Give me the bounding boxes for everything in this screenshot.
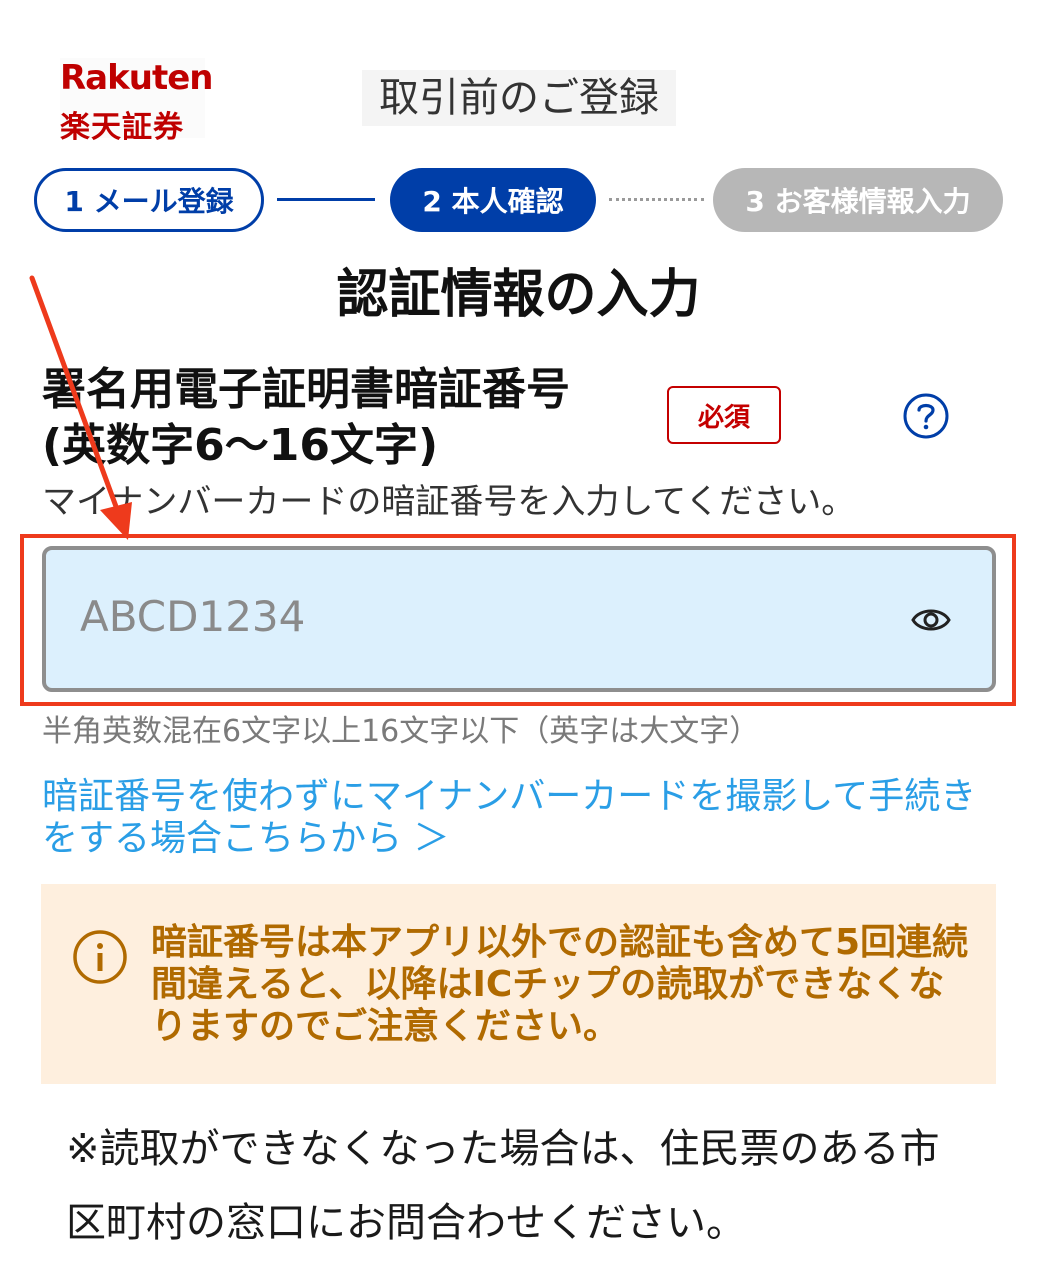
logo-text-jp: 楽天証券: [60, 110, 184, 145]
step-email-registration: 1 メール登録: [34, 168, 264, 232]
field-label-line1: 署名用電子証明書暗証番号: [42, 364, 570, 415]
photo-procedure-link[interactable]: 暗証番号を使わずにマイナンバーカードを撮影して手続きをする場合こちらから ＞: [42, 776, 982, 860]
step-connector-upcoming: [609, 198, 704, 201]
step-identity-verification: 2 本人確認: [390, 168, 596, 232]
pin-input-field[interactable]: ABCD1234: [42, 546, 996, 692]
pin-input-placeholder: ABCD1234: [80, 592, 306, 641]
page-header-title: 取引前のご登録: [362, 70, 676, 126]
question-circle-icon[interactable]: [902, 392, 950, 440]
logo-text-en: Rakuten: [60, 58, 213, 98]
step-customer-info-input: 3 お客様情報入力: [713, 168, 1003, 232]
field-description: マイナンバーカードの暗証番号を入力してください。: [42, 482, 856, 522]
warning-text: 暗証番号は本アプリ以外での認証も含めて5回連続間違えると、以降はICチップの読取…: [151, 922, 969, 1047]
warning-box: 暗証番号は本アプリ以外での認証も含めて5回連続間違えると、以降はICチップの読取…: [41, 884, 996, 1084]
field-label: 署名用電子証明書暗証番号 (英数字6〜16文字): [42, 362, 662, 474]
step-connector-completed: [277, 198, 375, 201]
input-hint: 半角英数混在6文字以上16文字以下（英字は大文字）: [42, 714, 760, 749]
required-badge: 必須: [667, 386, 781, 444]
rakuten-securities-logo: Rakuten 楽天証券: [60, 58, 213, 145]
section-title: 認証情報の入力: [336, 265, 701, 325]
field-label-line2: (英数字6〜16文字): [42, 420, 439, 471]
info-circle-icon: [71, 928, 129, 986]
note-text: ※読取ができなくなった場合は、住民票のある市区町村の窓口にお問合わせください。: [66, 1126, 940, 1246]
eye-icon[interactable]: [910, 602, 952, 638]
